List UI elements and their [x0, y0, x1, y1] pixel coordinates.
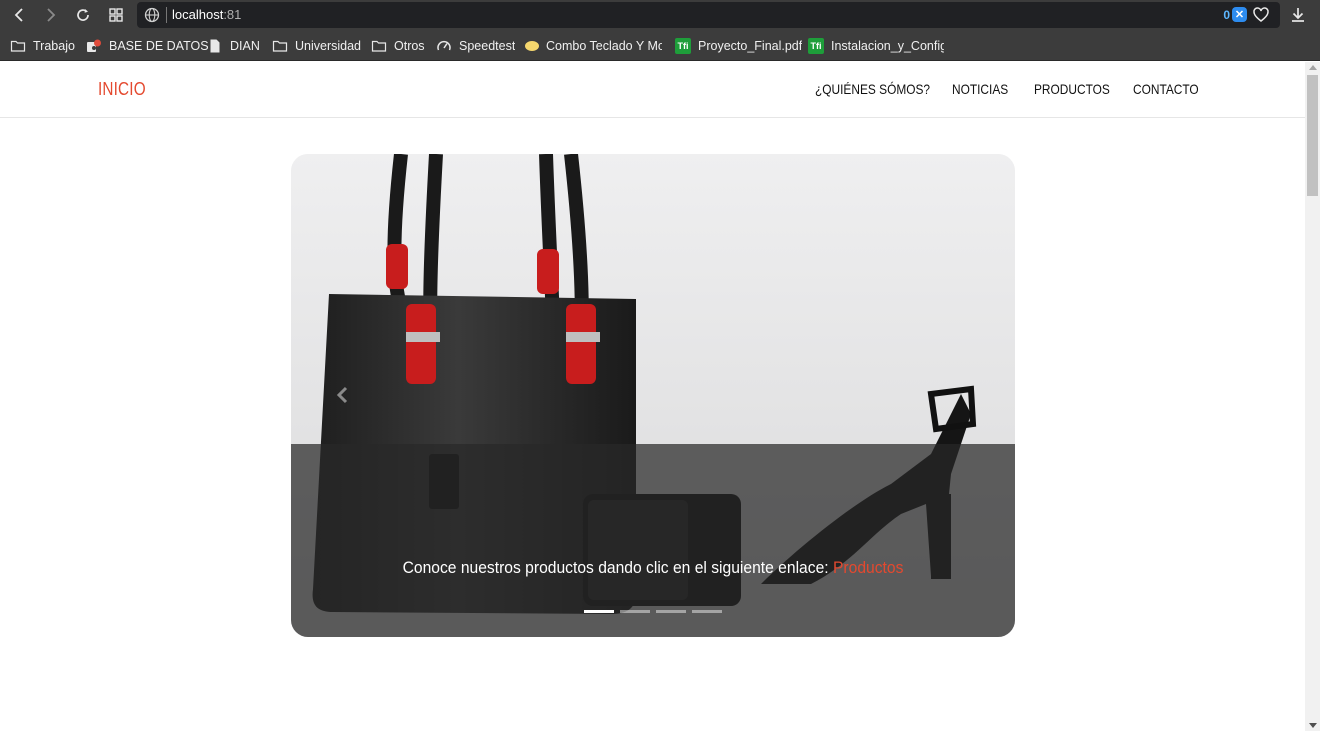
folder-icon [272, 38, 288, 54]
address-url[interactable]: localhost:81 [172, 7, 241, 23]
adblock-extension-icon[interactable]: ✕ [1232, 7, 1247, 22]
bookmark-instalacion[interactable]: Tfi Instalacion_y_Configu [808, 37, 944, 55]
carousel-indicators [584, 610, 722, 613]
bookmark-universidad[interactable]: Universidad [272, 37, 361, 55]
address-bar[interactable]: localhost:81 0 ✕ [137, 2, 1280, 28]
folder-icon [371, 38, 387, 54]
bookmark-label: Instalacion_y_Configu [831, 39, 944, 53]
forward-icon[interactable] [38, 3, 62, 27]
bookmark-otros[interactable]: Otros [371, 37, 425, 55]
bookmark-label: DIAN [230, 39, 260, 53]
bookmark-label: BASE DE DATOS [109, 39, 209, 53]
bookmark-proyecto-final[interactable]: Tfi Proyecto_Final.pdf [675, 37, 802, 55]
bookmark-speedtest[interactable]: Speedtest [436, 37, 515, 55]
nav-noticias[interactable]: NOTICIAS [952, 81, 1008, 97]
caption-productos-link[interactable]: Productos [833, 558, 903, 577]
carousel-prev-icon[interactable] [335, 385, 351, 405]
carousel-indicator[interactable] [656, 610, 686, 613]
carousel-indicator[interactable] [620, 610, 650, 613]
back-icon[interactable] [8, 3, 32, 27]
tfi-icon: Tfi [808, 38, 824, 54]
url-host: localhost [172, 7, 224, 22]
carousel-indicator[interactable] [584, 610, 614, 613]
nav-productos[interactable]: PRODUCTOS [1034, 81, 1110, 97]
nav-contacto[interactable]: CONTACTO [1133, 81, 1199, 97]
bookmark-label: Speedtest [459, 39, 516, 53]
site-header: INICIO ¿QUIÉNES SÓMOS? NOTICIAS PRODUCTO… [0, 62, 1305, 118]
bookmark-label: Universidad [295, 39, 362, 53]
hero-carousel: Conoce nuestros productos dando clic en … [291, 154, 1015, 637]
speedometer-icon [436, 38, 452, 54]
database-app-icon [86, 38, 102, 54]
page-scrollbar[interactable] [1305, 62, 1320, 731]
bookmark-label: Proyecto_Final.pdf [698, 39, 803, 53]
bookmark-label: Trabajo [33, 39, 75, 53]
bookmark-combo-teclado[interactable]: Combo Teclado Y Mo [525, 37, 662, 55]
caption-text: Conoce nuestros productos dando clic en … [402, 558, 833, 577]
reload-icon[interactable] [71, 3, 95, 27]
scroll-down-icon[interactable] [1309, 723, 1317, 728]
extension-count: 0 [1223, 8, 1230, 22]
page-viewport: INICIO ¿QUIÉNES SÓMOS? NOTICIAS PRODUCTO… [0, 62, 1305, 731]
tfi-icon: Tfi [675, 38, 691, 54]
brand-home-link[interactable]: INICIO [98, 79, 146, 100]
nav-quienes-somos[interactable]: ¿QUIÉNES SÓMOS? [815, 81, 930, 97]
address-separator [166, 7, 167, 23]
bookmark-dian[interactable]: DIAN [207, 37, 260, 55]
combo-store-icon [525, 41, 539, 51]
download-icon[interactable] [1288, 5, 1308, 25]
bookmark-base-de-datos[interactable]: BASE DE DATOS [86, 37, 209, 55]
bookmark-label: Combo Teclado Y Mo [546, 39, 662, 53]
folder-icon [10, 38, 26, 54]
globe-icon [144, 7, 160, 23]
carousel-caption: Conoce nuestros productos dando clic en … [320, 558, 986, 578]
bookmark-trabajo[interactable]: Trabajo [10, 37, 75, 55]
url-port: :81 [223, 7, 242, 22]
document-icon [207, 38, 223, 54]
browser-toolbar: localhost:81 0 ✕ [0, 0, 1320, 30]
tab-grid-icon[interactable] [104, 3, 128, 27]
bookmarks-bar: Trabajo BASE DE DATOS DIAN Universidad O… [0, 30, 1320, 61]
scroll-up-icon[interactable] [1309, 65, 1317, 70]
bookmark-label: Otros [394, 39, 425, 53]
caption-overlay [291, 444, 1015, 637]
scrollbar-thumb[interactable] [1307, 75, 1318, 196]
carousel-indicator[interactable] [692, 610, 722, 613]
heart-icon[interactable] [1252, 6, 1270, 24]
